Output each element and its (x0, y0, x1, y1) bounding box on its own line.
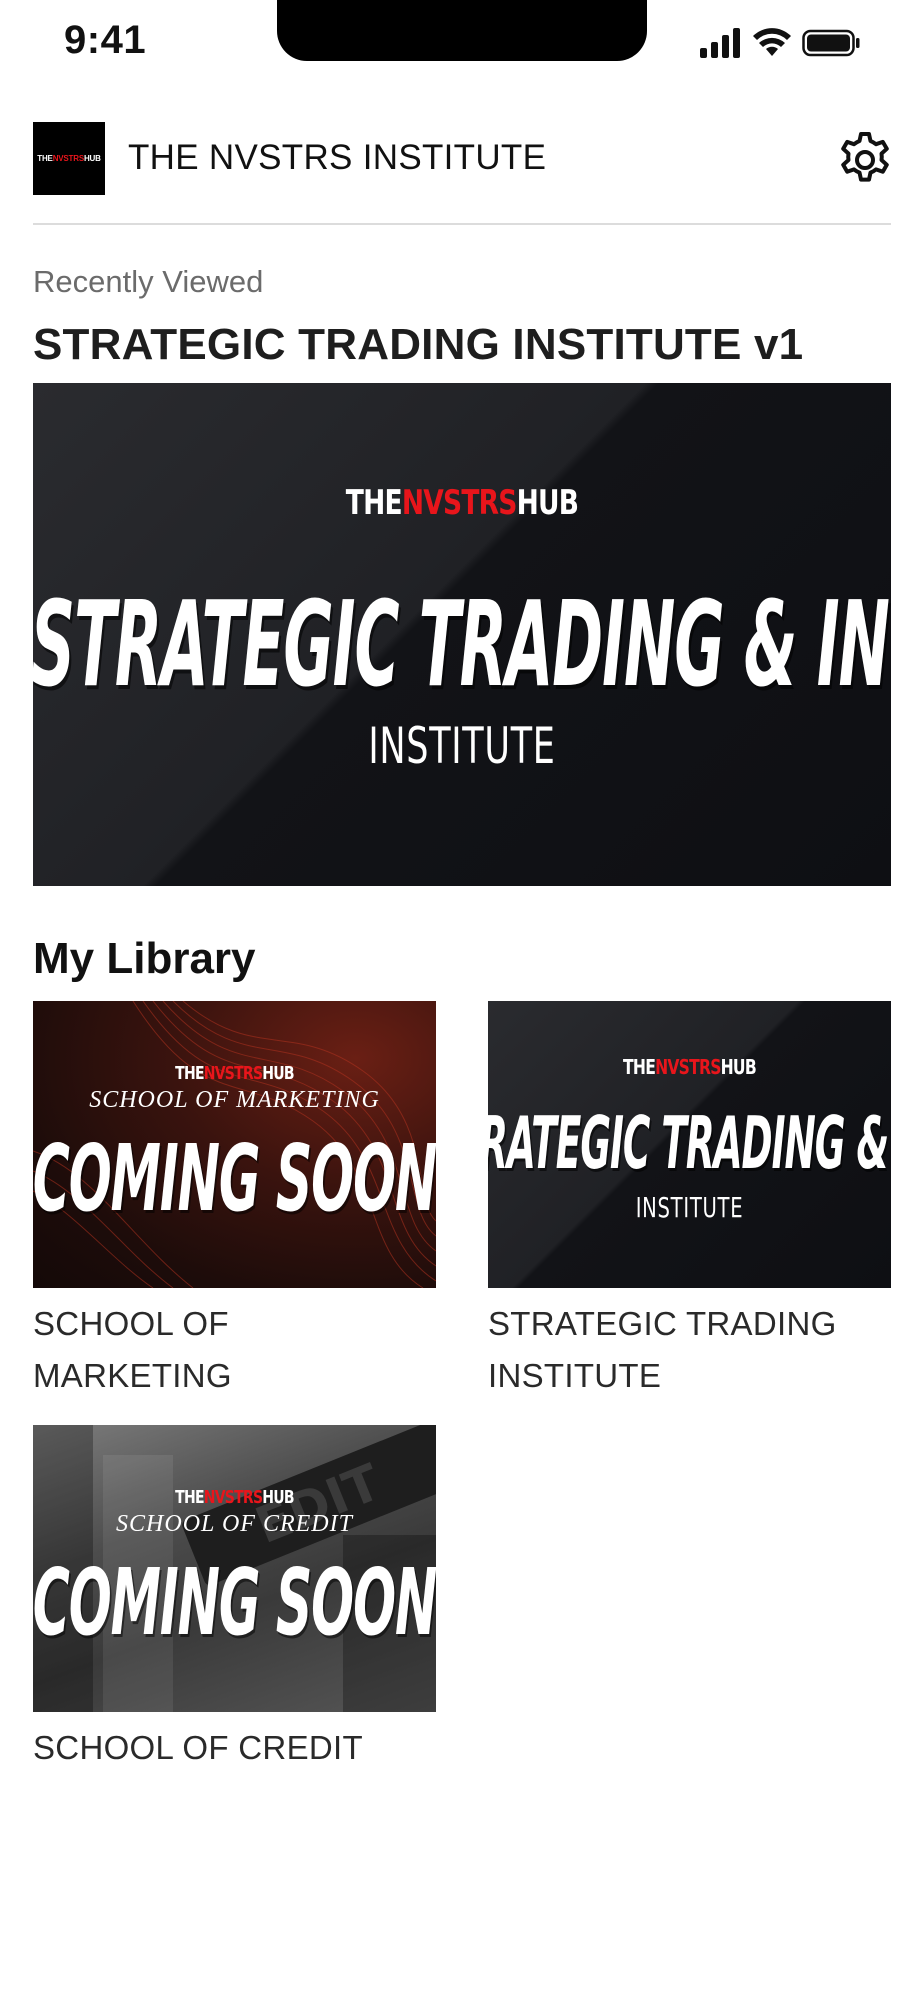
library-card-marketing-label[interactable]: SCHOOL OF MARKETING (33, 1298, 232, 1402)
card-hub-logo: THENVSTRSHUB (175, 1063, 294, 1084)
signal-icon (700, 28, 740, 58)
status-icons (700, 28, 860, 58)
logo-text: THENVSTRSHUB (37, 154, 101, 163)
status-time: 9:41 (64, 18, 147, 62)
card-label-line1: STRATEGIC TRADING (488, 1305, 837, 1342)
recently-viewed-banner[interactable]: THENVSTRSHUB STRATEGIC TRADING & INVESTI… (33, 383, 891, 886)
card-coming-soon: COMING SOON (33, 1125, 436, 1232)
settings-gear-icon[interactable] (835, 130, 895, 190)
recently-viewed-title[interactable]: STRATEGIC TRADING INSTITUTE v1 (33, 320, 803, 370)
app-header: THENVSTRSHUB THE NVSTRS INSTITUTE (33, 122, 891, 195)
card-label-line1: SCHOOL OF CREDIT (33, 1729, 363, 1766)
card-label-line2: INSTITUTE (488, 1357, 662, 1394)
card-school-name: SCHOOL OF CREDIT (116, 1511, 353, 1537)
banner-hub-logo: THENVSTRSHUB (345, 483, 579, 523)
status-bar: 9:41 (0, 0, 924, 80)
banner-headline: STRATEGIC TRADING & INVESTING (33, 575, 891, 713)
card-label-line1: SCHOOL OF (33, 1305, 229, 1342)
library-card-marketing[interactable]: THENVSTRSHUB SCHOOL OF MARKETING COMING … (33, 1001, 436, 1288)
header-divider (33, 223, 891, 225)
library-card-trading[interactable]: THENVSTRSHUB STRATEGIC TRADING & INVESTI… (488, 1001, 891, 1288)
card-school-name: SCHOOL OF MARKETING (89, 1087, 380, 1113)
library-card-credit[interactable]: EDIT THENVSTRSHUB SCHOOL OF CREDIT COMIN… (33, 1425, 436, 1712)
library-card-credit-label[interactable]: SCHOOL OF CREDIT (33, 1722, 363, 1774)
card-hub-logo: THENVSTRSHUB (175, 1487, 294, 1508)
app-title: THE NVSTRS INSTITUTE (128, 138, 547, 177)
recently-viewed-label: Recently Viewed (33, 264, 264, 299)
app-logo: THENVSTRSHUB (33, 122, 105, 195)
banner-subline: INSTITUTE (368, 717, 556, 775)
wifi-icon (753, 28, 791, 56)
library-card-trading-label[interactable]: STRATEGIC TRADING INSTITUTE (488, 1298, 837, 1402)
library-title: My Library (33, 934, 256, 983)
card-label-line2: MARKETING (33, 1357, 232, 1394)
card-subline: INSTITUTE (635, 1191, 744, 1224)
device-notch (277, 0, 647, 61)
battery-icon (802, 29, 860, 57)
card-coming-soon: COMING SOON (33, 1549, 436, 1656)
card-hub-logo: THENVSTRSHUB (623, 1055, 757, 1079)
card-headline: STRATEGIC TRADING & INVESTING (488, 1101, 891, 1185)
